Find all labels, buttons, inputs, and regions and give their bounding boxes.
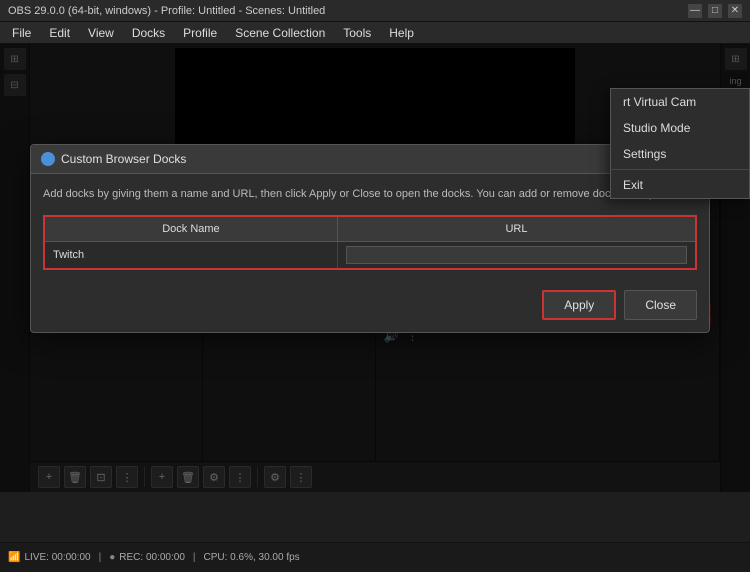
menu-tools[interactable]: Tools [335,24,379,42]
rec-status: REC: 00:00:00 [119,552,185,563]
menu-view[interactable]: View [80,24,122,42]
menu-edit[interactable]: Edit [41,24,78,42]
menu-file[interactable]: File [4,24,39,42]
apply-button[interactable]: Apply [542,290,616,320]
maximize-button[interactable]: □ [708,4,722,18]
main-area: ⊞ ⊟ Scenes Sce Sources No s [0,44,750,492]
wifi-icon: 📶 [8,552,20,563]
cpu-status: CPU: 0.6%, 30.00 fps [204,552,300,563]
dialog-description: Add docks by giving them a name and URL,… [43,186,697,203]
col-header-url: URL [337,216,696,242]
title-bar-controls: — □ ✕ [688,4,742,18]
custom-browser-docks-dialog: Custom Browser Docks ✕ Add docks by givi… [30,144,710,333]
table-row: Twitch [44,241,696,269]
dialog-body: Add docks by giving them a name and URL,… [31,174,709,332]
live-status: LIVE: 00:00:00 [24,552,90,563]
status-separator-1: | [99,552,102,563]
rec-icon: ● [109,552,115,563]
col-header-name: Dock Name [44,216,337,242]
dialog-title-container: Custom Browser Docks [41,152,186,166]
dialog-title-text: Custom Browser Docks [61,152,186,166]
close-window-button[interactable]: ✕ [728,4,742,18]
menu-help[interactable]: Help [381,24,422,42]
dock-name-cell: Twitch [44,241,337,269]
dock-table: Dock Name URL Twitch [43,215,697,270]
dropdown-separator [611,169,749,170]
right-dropdown-menu: rt Virtual Cam Studio Mode Settings Exit [610,88,750,199]
status-bar: 📶 LIVE: 00:00:00 | ● REC: 00:00:00 | CPU… [0,542,750,572]
menu-docks[interactable]: Docks [124,24,173,42]
dock-name-value: Twitch [53,249,84,261]
title-bar: OBS 29.0.0 (64-bit, windows) - Profile: … [0,0,750,22]
dialog-titlebar: Custom Browser Docks ✕ [31,145,709,174]
status-separator-2: | [193,552,196,563]
dock-url-cell [337,241,696,269]
title-bar-text: OBS 29.0.0 (64-bit, windows) - Profile: … [8,5,325,17]
close-button[interactable]: Close [624,290,697,320]
obs-icon [41,152,55,166]
dropdown-item-settings[interactable]: Settings [611,141,749,167]
dropdown-item-exit[interactable]: Exit [611,172,749,198]
menu-scene-collection[interactable]: Scene Collection [227,24,333,42]
menu-bar: File Edit View Docks Profile Scene Colle… [0,22,750,44]
dropdown-item-vcam[interactable]: rt Virtual Cam [611,89,749,115]
dropdown-item-studio[interactable]: Studio Mode [611,115,749,141]
minimize-button[interactable]: — [688,4,702,18]
dock-url-input[interactable] [346,246,687,264]
menu-profile[interactable]: Profile [175,24,225,42]
dialog-buttons: Apply Close [43,282,697,320]
